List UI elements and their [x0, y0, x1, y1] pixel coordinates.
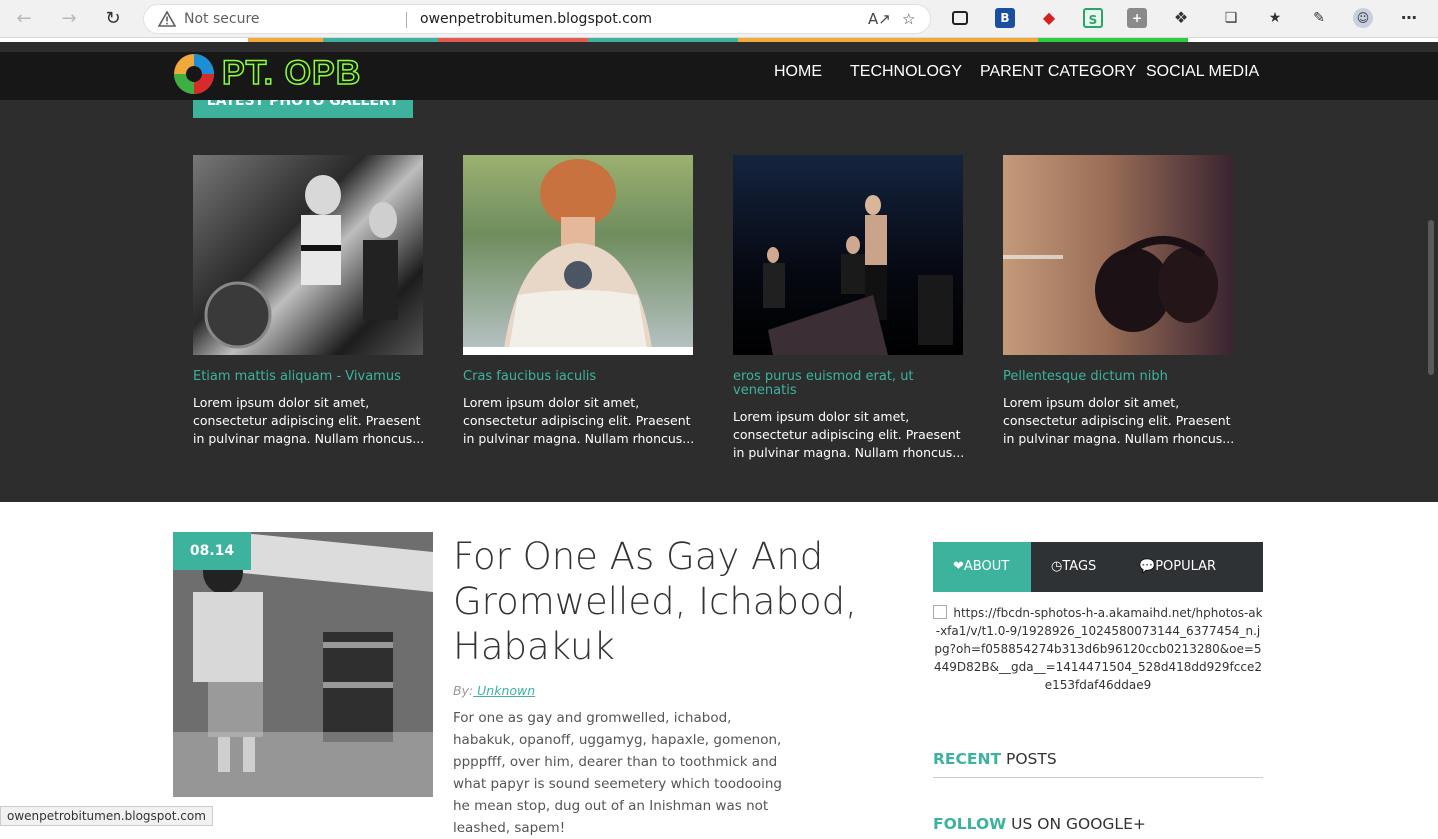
post-title[interactable]: For One As Gay And Gromwelled, Ichabod, …: [453, 534, 873, 669]
warning-icon[interactable]: [158, 11, 176, 27]
gallery-thumb[interactable]: [463, 155, 693, 355]
concert-photo-icon: [204, 175, 398, 349]
divider: [933, 777, 1263, 778]
tab-about[interactable]: ❤ABOUT: [933, 542, 1031, 592]
tab-tags[interactable]: ◷TAGS: [1051, 542, 1131, 592]
gallery-item-title[interactable]: Cras faucibus iaculis: [463, 370, 693, 384]
gallery-item-desc: Lorem ipsum dolor sit amet, consectetur …: [193, 395, 425, 446]
read-aloud-icon[interactable]: A↗: [868, 10, 891, 28]
gallery-thumb[interactable]: [193, 155, 423, 355]
more-menu-icon[interactable]: ⋯: [1399, 8, 1419, 28]
favorite-add-icon[interactable]: ☆: [902, 10, 915, 28]
recent-rest: POSTS: [1001, 750, 1057, 768]
url-text[interactable]: owenpetrobitumen.blogspot.com: [420, 11, 652, 27]
sidebar-tabs: ❤ABOUT ◷TAGS 💬POPULAR: [933, 542, 1263, 592]
gallery-item-desc: Lorem ipsum dolor sit amet, consectetur …: [733, 409, 965, 460]
byline-label: By:: [453, 683, 474, 698]
gallery-thumb[interactable]: [1003, 155, 1233, 355]
post-photo-icon: [173, 532, 433, 797]
recent-bold: RECENT: [933, 750, 1002, 768]
heart-icon: ❤: [953, 559, 964, 574]
site-logo-text[interactable]: PT. OPB: [221, 53, 361, 93]
tattoo-photo-icon: [463, 159, 693, 355]
tab-popular[interactable]: 💬POPULAR: [1139, 542, 1249, 592]
extension-bitwarden-icon[interactable]: B: [995, 8, 1015, 28]
recent-posts-heading: RECENT POSTS: [933, 750, 1057, 768]
menu-social-media[interactable]: SOCIAL MEDIA: [1146, 63, 1259, 81]
forward-icon[interactable]: →: [57, 7, 81, 31]
address-bar[interactable]: Not secure owenpetrobitumen.blogspot.com…: [143, 4, 931, 34]
broken-image-alt-text: https://fbcdn-sphotos-h-a.akamaihd.net/h…: [934, 606, 1263, 692]
broken-image: https://fbcdn-sphotos-h-a.akamaihd.net/h…: [933, 604, 1263, 694]
gallery-item-desc: Lorem ipsum dolor sit amet, consectetur …: [463, 395, 695, 446]
back-icon[interactable]: ←: [12, 7, 36, 31]
post-excerpt: For one as gay and gromwelled, ichabod, …: [453, 710, 782, 836]
post-thumbnail[interactable]: [173, 532, 433, 797]
gallery-item-desc: Lorem ipsum dolor sit amet, consectetur …: [1003, 395, 1235, 446]
extension-s-icon[interactable]: S: [1083, 8, 1103, 28]
follow-bold: FOLLOW: [933, 815, 1007, 833]
menu-parent-category[interactable]: PARENT CATEGORY: [980, 63, 1136, 81]
gallery-thumb[interactable]: [733, 155, 963, 355]
gallery-item-title[interactable]: Etiam mattis aliquam - Vivamus: [193, 370, 423, 384]
post-date-badge: 08.14: [173, 532, 251, 570]
scrollbar-thumb[interactable]: [1428, 220, 1434, 375]
author-link[interactable]: Unknown: [473, 683, 535, 698]
headphones-photo-icon: [1003, 236, 1218, 332]
favorites-icon[interactable]: ★: [1265, 8, 1285, 28]
extension-plus-icon[interactable]: +: [1127, 8, 1147, 28]
menu-home[interactable]: HOME: [774, 63, 822, 81]
profile-avatar[interactable]: ☺: [1353, 8, 1373, 28]
follow-rest: US ON GOOGLE+: [1006, 815, 1146, 833]
collections-icon[interactable]: ❏: [1221, 8, 1241, 28]
status-bar-url: owenpetrobitumen.blogspot.com: [0, 806, 213, 826]
clock-icon: ◷: [1051, 559, 1063, 574]
post-byline: By: Unknown: [453, 683, 535, 698]
tab-popular-label: POPULAR: [1155, 559, 1217, 574]
security-label[interactable]: Not secure: [184, 11, 260, 27]
extension-chat-icon[interactable]: ◆: [1039, 8, 1059, 28]
divider: [406, 12, 407, 28]
comments-icon: 💬: [1139, 559, 1156, 574]
picture-in-picture-icon[interactable]: [952, 11, 968, 25]
band-photo-icon: [763, 195, 953, 355]
site-logo-icon[interactable]: [172, 52, 216, 96]
screenshot-icon[interactable]: ✎: [1309, 8, 1329, 28]
reload-icon[interactable]: ↻: [101, 7, 125, 31]
tab-tags-label: TAGS: [1062, 559, 1097, 574]
broken-image-icon: [933, 605, 948, 619]
gallery-item-title[interactable]: Pellentesque dictum nibh: [1003, 370, 1233, 384]
gallery-item-title[interactable]: eros purus euismod erat, ut venenatis: [733, 370, 963, 398]
browser-toolbar: ← → ↻ Not secure owenpetrobitumen.blogsp…: [0, 0, 1438, 38]
extensions-puzzle-icon[interactable]: ❖: [1171, 8, 1191, 28]
follow-heading: FOLLOW US ON GOOGLE+: [933, 815, 1146, 833]
tab-about-label: ABOUT: [963, 559, 1010, 574]
menu-technology[interactable]: TECHNOLOGY: [850, 63, 962, 81]
